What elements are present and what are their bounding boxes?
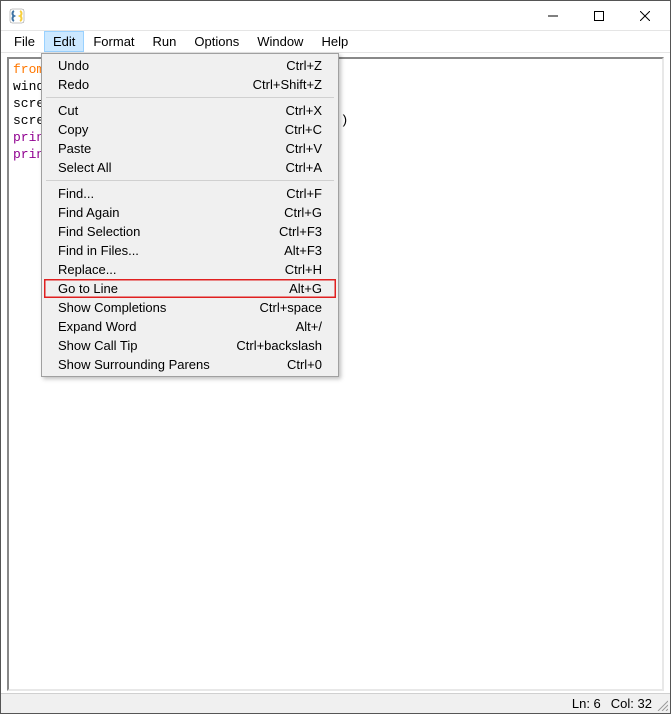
menu-label: Select All [58, 158, 276, 177]
menu-label: Expand Word [58, 317, 286, 336]
edit-dropdown: UndoCtrl+Z RedoCtrl+Shift+Z CutCtrl+X Co… [41, 53, 339, 377]
menu-shortcut: Alt+F3 [274, 241, 322, 260]
menu-shortcut: Ctrl+X [276, 101, 322, 120]
menu-shortcut: Alt+/ [286, 317, 322, 336]
menu-shortcut: Ctrl+0 [277, 355, 322, 374]
menu-shortcut: Ctrl+Z [276, 56, 322, 75]
menu-shortcut: Alt+G [279, 279, 322, 298]
menu-options[interactable]: Options [185, 31, 248, 52]
menu-shortcut: Ctrl+backslash [226, 336, 322, 355]
menu-undo[interactable]: UndoCtrl+Z [44, 56, 336, 75]
menu-find-again[interactable]: Find AgainCtrl+G [44, 203, 336, 222]
menu-find-in-files[interactable]: Find in Files...Alt+F3 [44, 241, 336, 260]
menu-redo[interactable]: RedoCtrl+Shift+Z [44, 75, 336, 94]
menu-cut[interactable]: CutCtrl+X [44, 101, 336, 120]
menu-go-to-line[interactable]: Go to LineAlt+G [44, 279, 336, 298]
menu-label: Show Surrounding Parens [58, 355, 277, 374]
menu-shortcut: Ctrl+H [275, 260, 322, 279]
app-icon [9, 8, 25, 24]
status-line: Ln: 6 [572, 696, 601, 711]
menu-label: Replace... [58, 260, 275, 279]
menu-shortcut: Ctrl+C [275, 120, 322, 139]
menu-copy[interactable]: CopyCtrl+C [44, 120, 336, 139]
menu-label: Show Completions [58, 298, 250, 317]
resize-grip-icon[interactable] [656, 699, 668, 711]
menu-shortcut: Ctrl+V [276, 139, 322, 158]
menu-label: Redo [58, 75, 243, 94]
menu-run[interactable]: Run [144, 31, 186, 52]
menu-window[interactable]: Window [248, 31, 312, 52]
menu-label: Show Call Tip [58, 336, 226, 355]
menu-shortcut: Ctrl+F3 [269, 222, 322, 241]
menu-label: Find in Files... [58, 241, 274, 260]
menu-separator [46, 180, 334, 181]
menu-shortcut: Ctrl+G [274, 203, 322, 222]
status-col: Col: 32 [611, 696, 652, 711]
menu-find-selection[interactable]: Find SelectionCtrl+F3 [44, 222, 336, 241]
minimize-button[interactable] [530, 1, 576, 31]
menu-edit[interactable]: Edit [44, 31, 84, 52]
menu-separator [46, 97, 334, 98]
menu-label: Go to Line [58, 279, 279, 298]
menu-find[interactable]: Find...Ctrl+F [44, 184, 336, 203]
statusbar: Ln: 6 Col: 32 [1, 693, 670, 713]
menu-show-completions[interactable]: Show CompletionsCtrl+space [44, 298, 336, 317]
menu-label: Copy [58, 120, 275, 139]
menubar: File Edit Format Run Options Window Help [1, 31, 670, 53]
menu-label: Paste [58, 139, 276, 158]
menu-label: Undo [58, 56, 276, 75]
code-text: from [13, 62, 44, 77]
menu-show-surrounding-parens[interactable]: Show Surrounding ParensCtrl+0 [44, 355, 336, 374]
menu-label: Cut [58, 101, 276, 120]
menu-label: Find Again [58, 203, 274, 222]
menu-show-call-tip[interactable]: Show Call TipCtrl+backslash [44, 336, 336, 355]
menu-shortcut: Ctrl+A [276, 158, 322, 177]
maximize-button[interactable] [576, 1, 622, 31]
menu-shortcut: Ctrl+F [276, 184, 322, 203]
menu-shortcut: Ctrl+Shift+Z [243, 75, 322, 94]
close-button[interactable] [622, 1, 668, 31]
menu-select-all[interactable]: Select AllCtrl+A [44, 158, 336, 177]
menu-label: Find Selection [58, 222, 269, 241]
titlebar [1, 1, 670, 31]
menu-paste[interactable]: PasteCtrl+V [44, 139, 336, 158]
menu-help[interactable]: Help [312, 31, 357, 52]
menu-replace[interactable]: Replace...Ctrl+H [44, 260, 336, 279]
menu-shortcut: Ctrl+space [250, 298, 323, 317]
menu-format[interactable]: Format [84, 31, 143, 52]
menu-file[interactable]: File [5, 31, 44, 52]
menu-expand-word[interactable]: Expand WordAlt+/ [44, 317, 336, 336]
menu-label: Find... [58, 184, 276, 203]
